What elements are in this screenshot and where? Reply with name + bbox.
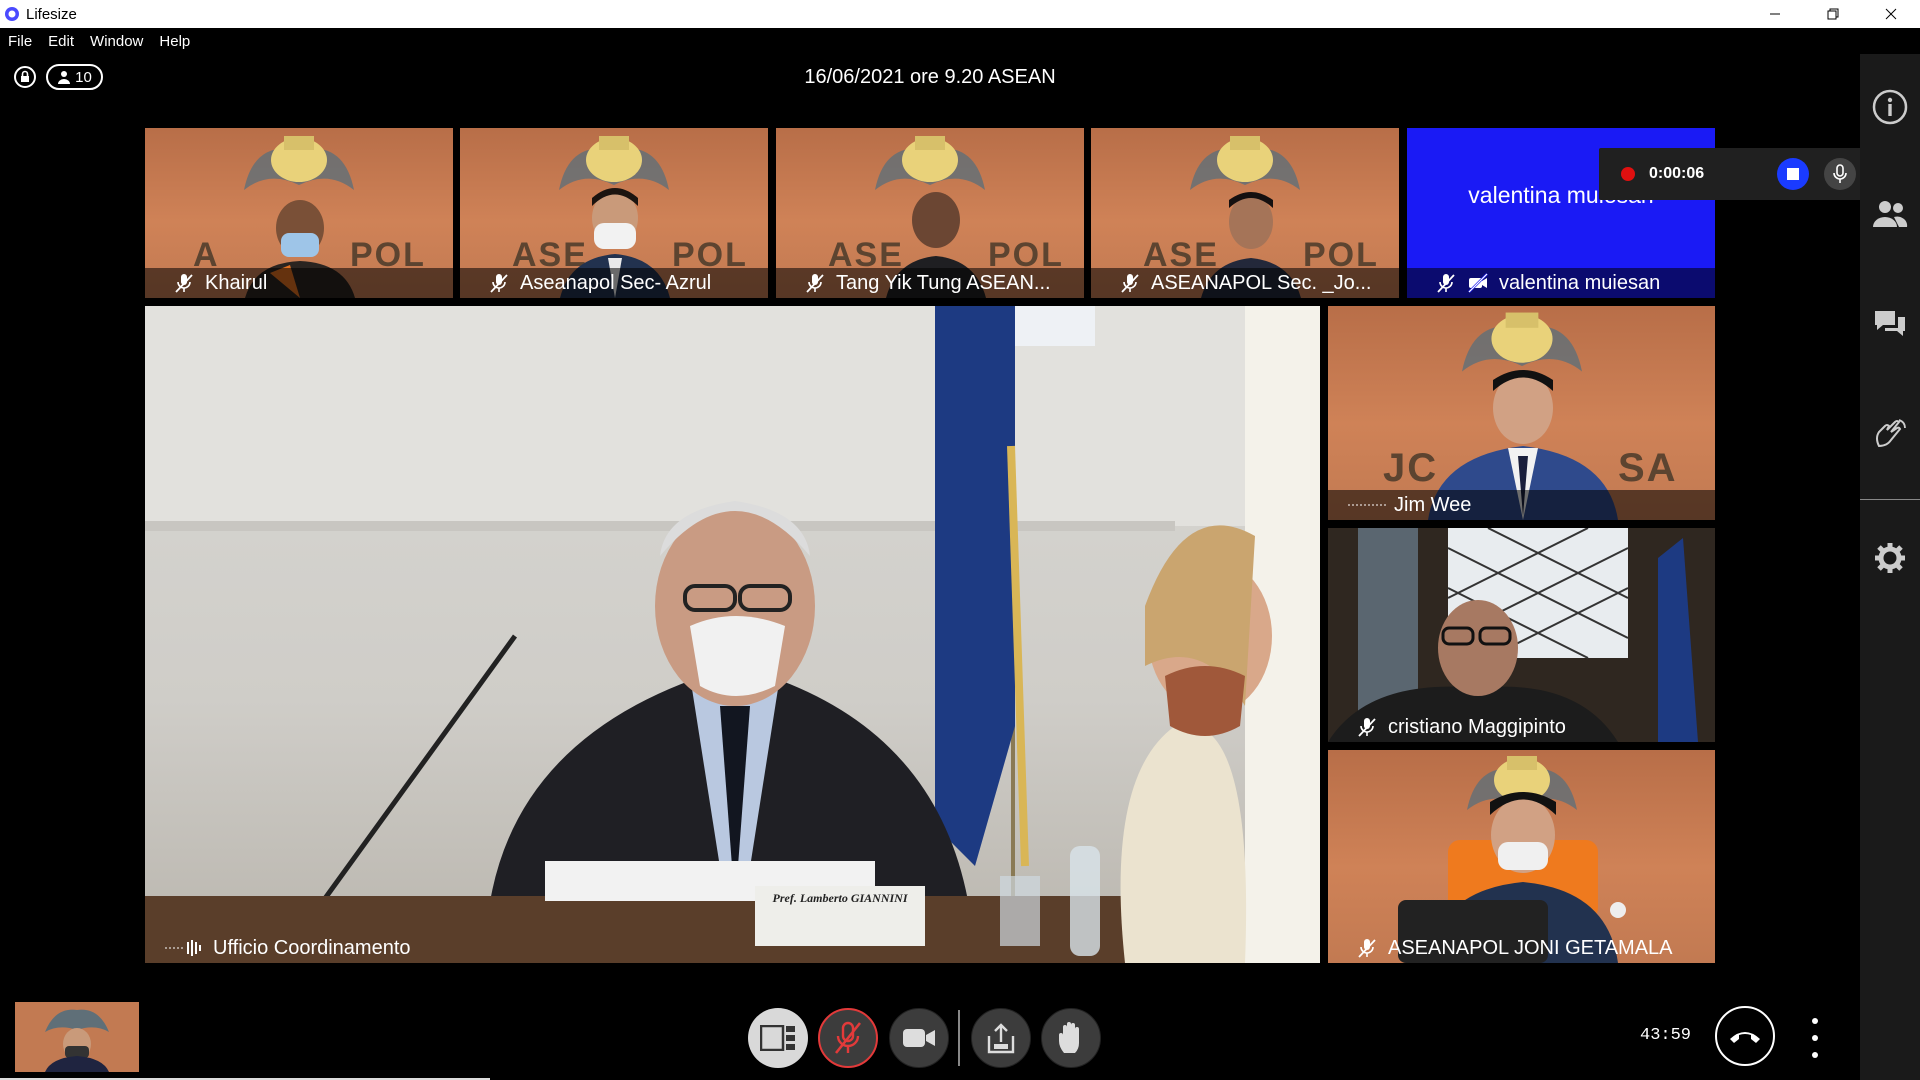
participant-name: Jim Wee <box>1394 493 1472 516</box>
participant-name: valentina muiesan <box>1499 271 1661 294</box>
menu-edit[interactable]: Edit <box>40 33 82 50</box>
lock-icon <box>14 66 36 88</box>
camera-toggle-button[interactable] <box>889 1008 949 1068</box>
tile-nameplate: valentina muiesan <box>1407 268 1715 298</box>
tile-nameplate: Jim Wee <box>1328 490 1715 520</box>
tile-nameplate: cristiano Maggipinto <box>1328 712 1715 742</box>
meeting-title: 16/06/2021 ore 9.20 ASEAN <box>804 66 1056 88</box>
recording-mic-button[interactable] <box>1824 158 1856 190</box>
layout-icon <box>760 1025 795 1051</box>
mic-muted-icon <box>1437 274 1455 293</box>
recording-time: 0:00:06 <box>1649 165 1705 182</box>
video-tile-aseanapol-sec-jo[interactable]: ASE POL ASEANAPOL Sec. _Jo... <box>1091 128 1399 298</box>
settings-button[interactable] <box>1872 540 1908 576</box>
restore-button[interactable] <box>1804 0 1862 28</box>
layout-toggle-button[interactable] <box>748 1008 808 1068</box>
raise-hand-button[interactable] <box>1041 1008 1101 1068</box>
self-video <box>15 1002 139 1072</box>
participant-name: ASEANAPOL Sec. _Jo... <box>1151 271 1372 294</box>
stop-recording-button[interactable] <box>1777 158 1809 190</box>
menu-file[interactable]: File <box>0 33 40 50</box>
phone-hangup-icon <box>1730 1032 1760 1043</box>
video-tile-joni-getamala[interactable]: ASEANAPOL JONI GETAMALA <box>1328 750 1715 963</box>
share-screen-button[interactable] <box>971 1008 1031 1068</box>
menu-bar: File Edit Window Help <box>0 28 1920 54</box>
participant-name: Khairul <box>205 271 268 294</box>
mic-muted-icon <box>834 1021 862 1054</box>
rail-divider <box>1860 499 1920 500</box>
info-icon <box>1872 89 1908 125</box>
mic-muted-icon <box>806 274 824 293</box>
video-tile-jim-wee[interactable]: JC SA Jim Wee <box>1328 306 1715 520</box>
mic-muted-icon <box>1358 939 1376 958</box>
participant-name: Aseanapol Sec- Azrul <box>520 271 712 294</box>
more-dot <box>1812 1018 1818 1024</box>
share-icon <box>987 1023 1015 1054</box>
minimize-button[interactable] <box>1746 0 1804 28</box>
participant-name: ASEANAPOL JONI GETAMALA <box>1388 936 1673 959</box>
tile-nameplate: ASEANAPOL JONI GETAMALA <box>1328 933 1715 963</box>
more-options-button[interactable] <box>1805 1018 1825 1058</box>
hand-icon <box>1059 1022 1079 1053</box>
controls-divider <box>958 1010 960 1066</box>
video-tile-khairul[interactable]: A POL Khairul <box>145 128 453 298</box>
meeting-lock-button[interactable] <box>14 66 36 88</box>
microphone-icon <box>1833 164 1847 183</box>
accessibility-button[interactable] <box>1872 416 1908 452</box>
participant-name: cristiano Maggipinto <box>1388 715 1566 738</box>
person-icon <box>58 71 71 84</box>
microphone-mute-button[interactable] <box>818 1008 878 1068</box>
tile-nameplate: Khairul <box>145 268 453 298</box>
menu-help[interactable]: Help <box>151 33 198 50</box>
hang-up-button[interactable] <box>1715 1006 1775 1066</box>
tile-nameplate: Aseanapol Sec- Azrul <box>460 268 768 298</box>
participant-video <box>1328 528 1715 742</box>
mic-muted-icon <box>175 274 193 293</box>
self-view-preview[interactable] <box>15 1002 139 1072</box>
tile-nameplate: Tang Yik Tung ASEAN... <box>776 268 1084 298</box>
camera-off-icon <box>1468 273 1488 293</box>
video-camera-icon <box>903 1029 935 1047</box>
meeting-info-button[interactable] <box>1872 89 1908 125</box>
gear-icon <box>1875 543 1905 573</box>
recording-dot-icon <box>1621 167 1635 181</box>
minimize-icon <box>1770 13 1780 15</box>
people-icon <box>1873 201 1908 227</box>
lifesize-logo-icon <box>5 7 19 21</box>
audio-level-icon <box>1348 504 1386 506</box>
video-tile-main-speaker[interactable]: Pref. Lamberto GIANNINI Ufficio Coordina… <box>145 306 1320 963</box>
call-duration: 43:59 <box>1640 1026 1692 1045</box>
aseanapol-backdrop-text: SA <box>1618 446 1678 490</box>
participant-name: Tang Yik Tung ASEAN... <box>836 271 1051 294</box>
chat-button[interactable] <box>1872 306 1908 342</box>
tile-nameplate: ASEANAPOL Sec. _Jo... <box>1091 268 1399 298</box>
more-dot <box>1812 1052 1818 1058</box>
video-tile-tang-yik-tung[interactable]: ASE POL Tang Yik Tung ASEAN... <box>776 128 1084 298</box>
close-icon <box>1885 8 1897 20</box>
participants-button[interactable] <box>1872 196 1908 232</box>
mic-muted-icon <box>1358 718 1376 737</box>
mic-muted-icon <box>490 274 508 293</box>
hand-wave-icon <box>1876 419 1906 448</box>
window-titlebar: Lifesize <box>0 0 1920 28</box>
more-dot <box>1812 1035 1818 1041</box>
window-title: Lifesize <box>26 5 77 23</box>
right-sidebar <box>1860 54 1920 1080</box>
close-button[interactable] <box>1862 0 1920 28</box>
desk-nameplate-card: Pref. Lamberto GIANNINI <box>772 891 908 905</box>
audio-level-icon <box>165 940 201 956</box>
recording-indicator: 0:00:06 <box>1599 148 1870 200</box>
menu-window[interactable]: Window <box>82 33 151 50</box>
chat-icon <box>1875 311 1905 336</box>
main-video-scene <box>145 306 1320 963</box>
video-tile-cristiano-maggipinto[interactable]: cristiano Maggipinto <box>1328 528 1715 742</box>
participant-count-button[interactable]: 10 <box>46 64 103 90</box>
tile-nameplate: Ufficio Coordinamento <box>145 933 1320 963</box>
participant-count: 10 <box>75 68 92 86</box>
mic-muted-icon <box>1121 274 1139 293</box>
participant-name: Ufficio Coordinamento <box>213 936 411 959</box>
restore-icon <box>1827 8 1839 20</box>
video-tile-aseanapol-sec-azrul[interactable]: ASE POL Aseanapol Sec- Azrul <box>460 128 768 298</box>
